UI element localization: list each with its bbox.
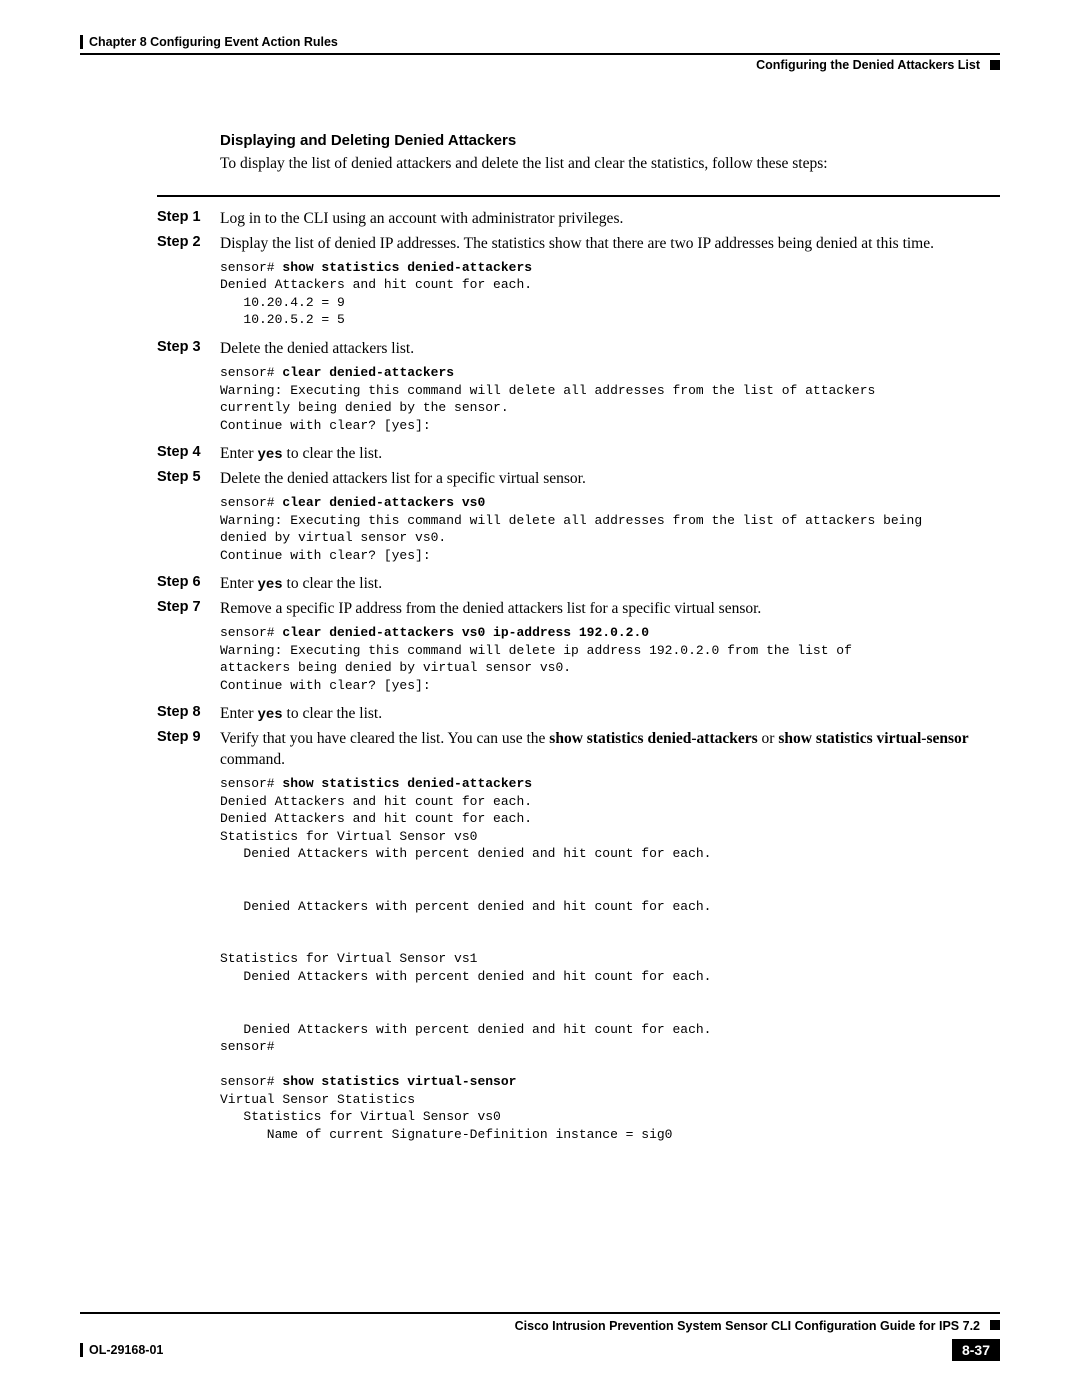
step-4: Step 4 Enter yes to clear the list. [220,444,1000,465]
step-label: Step 9 [157,729,220,771]
code-body: Denied Attackers and hit count for each.… [220,794,711,1055]
footer-doc-number: OL-29168-01 [80,1343,163,1357]
step-9: Step 9 Verify that you have cleared the … [220,729,1000,771]
footer: Cisco Intrusion Prevention System Sensor… [80,1312,1000,1361]
step-text: Remove a specific IP address from the de… [220,599,761,620]
step-label: Step 7 [157,599,220,620]
step-text: Enter yes to clear the list. [220,704,382,725]
step-6: Step 6 Enter yes to clear the list. [220,574,1000,595]
code-body: Warning: Executing this command will del… [220,513,930,563]
code-prompt: sensor# [220,260,282,275]
code-prompt: sensor# [220,776,282,791]
code-prompt: sensor# [220,495,282,510]
step-label: Step 5 [157,469,220,490]
step-text: Display the list of denied IP addresses.… [220,234,934,255]
code-prompt: sensor# [220,1074,282,1089]
code-body: Denied Attackers and hit count for each.… [220,277,532,327]
code-body: Warning: Executing this command will del… [220,643,860,693]
section-intro: To display the list of denied attackers … [220,155,1000,173]
header-rule [80,53,1000,55]
code-block-4: sensor# clear denied-attackers vs0 ip-ad… [220,624,1000,694]
code-body: Virtual Sensor Statistics Statistics for… [220,1092,672,1142]
code-block-3: sensor# clear denied-attackers vs0 Warni… [220,494,1000,564]
step-label: Step 1 [157,209,220,230]
step-8: Step 8 Enter yes to clear the list. [220,704,1000,725]
subheader-title: Configuring the Denied Attackers List [756,58,980,72]
code-command: show statistics virtual-sensor [282,1074,516,1089]
code-block-2: sensor# clear denied-attackers Warning: … [220,364,1000,434]
step-text: Delete the denied attackers list for a s… [220,469,586,490]
footer-page-number: 8-37 [952,1339,1000,1361]
code-block-5: sensor# show statistics denied-attackers… [220,775,1000,1143]
footer-square-icon [990,1320,1000,1330]
code-prompt: sensor# [220,625,282,640]
step-2: Step 2 Display the list of denied IP add… [220,234,1000,255]
step-text: Enter yes to clear the list. [220,574,382,595]
chapter-label: Chapter 8 Configuring Event Action Rules [80,35,338,49]
code-command: show statistics denied-attackers [282,776,532,791]
step-label: Step 4 [157,444,220,465]
code-command: clear denied-attackers [282,365,454,380]
step-text: Log in to the CLI using an account with … [220,209,623,230]
step-label: Step 2 [157,234,220,255]
step-3: Step 3 Delete the denied attackers list. [220,339,1000,360]
step-text: Delete the denied attackers list. [220,339,414,360]
step-text: Enter yes to clear the list. [220,444,382,465]
code-command: show statistics denied-attackers [282,260,532,275]
code-command: clear denied-attackers vs0 ip-address 19… [282,625,649,640]
step-1: Step 1 Log in to the CLI using an accoun… [220,209,1000,230]
step-label: Step 8 [157,704,220,725]
code-command: clear denied-attackers vs0 [282,495,485,510]
section-heading: Displaying and Deleting Denied Attackers [220,132,1000,149]
step-text: Verify that you have cleared the list. Y… [220,729,1000,771]
step-label: Step 3 [157,339,220,360]
steps-separator [157,195,1000,197]
code-prompt: sensor# [220,365,282,380]
step-label: Step 6 [157,574,220,595]
code-block-1: sensor# show statistics denied-attackers… [220,259,1000,329]
footer-guide-title: Cisco Intrusion Prevention System Sensor… [80,1319,980,1333]
step-5: Step 5 Delete the denied attackers list … [220,469,1000,490]
code-body: Warning: Executing this command will del… [220,383,883,433]
step-7: Step 7 Remove a specific IP address from… [220,599,1000,620]
header-square-icon [990,60,1000,70]
footer-rule [80,1312,1000,1314]
